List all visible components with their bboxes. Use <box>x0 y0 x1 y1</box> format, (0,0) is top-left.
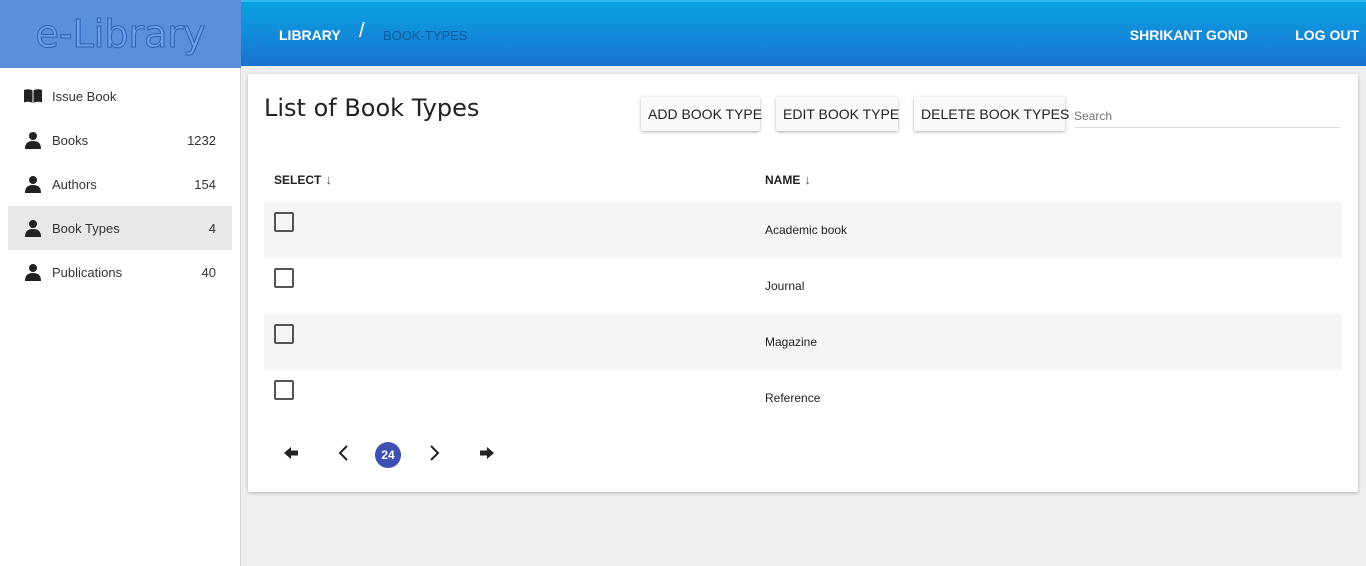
sidebar-item-books[interactable]: Books 1232 <box>8 118 232 162</box>
sidebar-item-authors[interactable]: Authors 154 <box>8 162 232 206</box>
pagination: 24 <box>278 440 518 470</box>
book-open-icon <box>22 86 44 106</box>
breadcrumb-current: BOOK-TYPES <box>383 27 468 43</box>
table-row[interactable]: Magazine <box>264 314 1342 370</box>
table-body: Academic book Journal Magazine Reference <box>264 202 1342 426</box>
sidebar-nav: Issue Book Books 1232 Authors 154 Book T… <box>8 74 232 294</box>
search-input[interactable] <box>1074 104 1340 128</box>
column-header-name[interactable]: NAME ↓ <box>765 172 811 187</box>
sidebar-item-label: Books <box>52 132 89 148</box>
breadcrumb-library[interactable]: LIBRARY <box>279 2 341 68</box>
column-header-label: NAME <box>765 172 801 187</box>
sidebar-item-count: 4 <box>208 220 216 236</box>
row-checkbox[interactable] <box>274 268 294 288</box>
table-row[interactable]: Reference <box>264 370 1342 426</box>
person-icon <box>22 174 44 194</box>
sidebar: e-Library Issue Book Books 1232 Authors … <box>0 0 241 566</box>
sidebar-item-count: 154 <box>194 176 216 192</box>
top-app-bar: LIBRARY / BOOK-TYPES SHRIKANT GOND LOG O… <box>241 0 1366 66</box>
add-book-type-button[interactable]: ADD BOOK TYPE <box>641 97 762 131</box>
last-page-button[interactable] <box>474 440 500 470</box>
page-title: List of Book Types <box>264 94 480 122</box>
delete-book-types-button[interactable]: DELETE BOOK TYPES <box>914 97 1069 131</box>
row-name-cell: Academic book <box>765 223 848 237</box>
row-checkbox[interactable] <box>274 380 294 400</box>
edit-book-type-button[interactable]: EDIT BOOK TYPE <box>776 97 899 131</box>
sidebar-item-label: Publications <box>52 264 123 280</box>
current-page[interactable]: 24 <box>375 440 401 470</box>
column-header-label: SELECT <box>274 172 322 187</box>
user-name[interactable]: SHRIKANT GOND <box>1130 2 1248 68</box>
sidebar-item-issue-book[interactable]: Issue Book <box>8 74 232 118</box>
logout-button[interactable]: LOG OUT <box>1295 2 1359 68</box>
first-page-button[interactable] <box>278 440 304 470</box>
book-types-card: List of Book Types ADD BOOK TYPE EDIT BO… <box>248 74 1358 492</box>
page-number-badge: 24 <box>375 442 401 468</box>
sort-arrow-icon: ↓ <box>325 172 332 187</box>
sidebar-item-label: Authors <box>52 176 97 192</box>
row-checkbox[interactable] <box>274 324 294 344</box>
column-header-select[interactable]: SELECT ↓ <box>274 172 332 187</box>
sidebar-item-count: 40 <box>201 264 216 280</box>
sidebar-item-count: 1232 <box>187 132 216 148</box>
row-checkbox[interactable] <box>274 212 294 232</box>
previous-page-button[interactable] <box>330 440 356 470</box>
row-name-cell: Journal <box>765 279 805 293</box>
arrow-right-icon <box>479 446 495 465</box>
person-icon <box>22 130 44 150</box>
sidebar-item-book-types[interactable]: Book Types 4 <box>8 206 232 250</box>
person-icon <box>22 262 44 282</box>
table-row[interactable]: Journal <box>264 258 1342 314</box>
breadcrumb-separator: / <box>359 19 365 42</box>
row-name-cell: Magazine <box>765 335 818 349</box>
sort-arrow-icon: ↓ <box>804 172 811 187</box>
logo-area: e-Library <box>0 0 241 68</box>
chevron-left-icon <box>337 444 349 467</box>
sidebar-item-label: Book Types <box>52 220 120 236</box>
person-icon <box>22 218 44 238</box>
sidebar-item-label: Issue Book <box>52 88 117 104</box>
arrow-left-icon <box>283 446 299 465</box>
app-logo: e-Library <box>35 12 206 57</box>
row-name-cell: Reference <box>765 391 821 405</box>
next-page-button[interactable] <box>422 440 448 470</box>
table-row[interactable]: Academic book <box>264 202 1342 258</box>
sidebar-item-publications[interactable]: Publications 40 <box>8 250 232 294</box>
chevron-right-icon <box>429 444 441 467</box>
